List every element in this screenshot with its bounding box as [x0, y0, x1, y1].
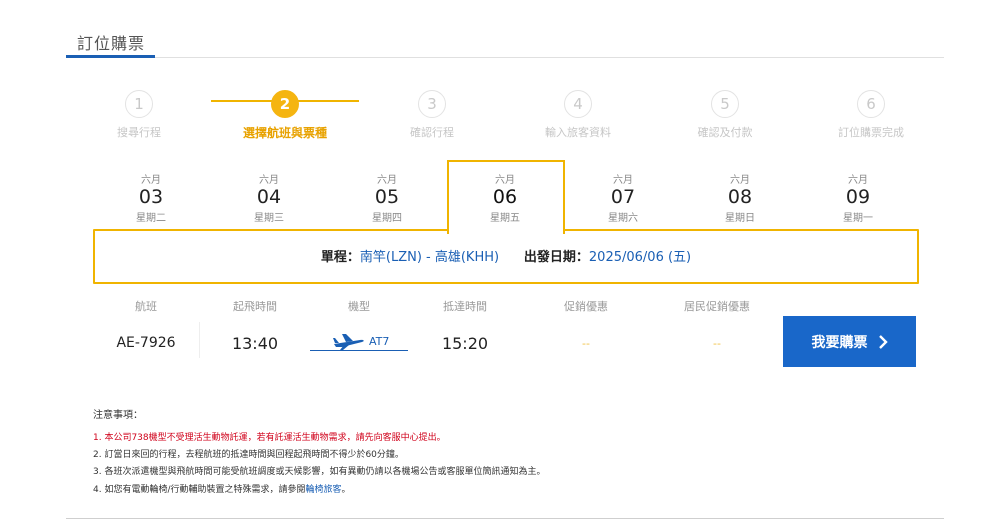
trip-type-label: 單程： [320, 250, 360, 265]
buy-ticket-label: 我要購票 [811, 333, 868, 350]
route-value: 南竿(LZN) - 高雄(KHH) [359, 250, 500, 265]
step-passenger-info: 4 輸入旅客資料 [508, 90, 648, 140]
note-item: 3. 各班次派遣機型與飛航時間可能受航班調度或天候影響，如有異動仍請以各機場公告… [93, 467, 546, 477]
date-weekday: 星期六 [608, 213, 638, 224]
step-label: 訂位購票完成 [838, 126, 904, 139]
arrive-time: 15:20 [441, 334, 489, 353]
date-tab-selected[interactable]: 六月 06 星期五 [448, 171, 562, 224]
step-number: 6 [857, 90, 885, 118]
date-month: 六月 [613, 175, 633, 186]
date-tab[interactable]: 六月 09 星期一 [801, 171, 915, 224]
notes-title: 注意事項： [93, 410, 143, 421]
step-number: 2 [271, 90, 299, 118]
aircraft-type: AT7 [369, 335, 390, 348]
step-payment: 5 確認及付款 [655, 90, 795, 140]
step-confirm-itinerary: 3 確認行程 [362, 90, 502, 140]
promo-value: -- [582, 337, 590, 350]
header-promo: 促銷優惠 [564, 300, 608, 313]
resident-promo-value: -- [713, 337, 721, 350]
header-flight: 航班 [135, 300, 157, 313]
note-text: 4. 如您有電動輪椅/行動輔助裝置之特殊需求，請參閱 [93, 485, 306, 495]
aircraft-underline [310, 350, 408, 351]
departure-date-value: 2025/06/06 (五) [588, 250, 692, 265]
date-weekday: 星期二 [136, 213, 166, 224]
header-resident-promo: 居民促銷優惠 [684, 300, 750, 313]
date-day: 07 [610, 186, 636, 208]
step-complete: 6 訂位購票完成 [801, 90, 941, 140]
date-day: 08 [727, 186, 753, 208]
flight-number: AE-7926 [116, 335, 176, 351]
date-month: 六月 [377, 175, 397, 186]
note-text: 。 [341, 485, 351, 495]
date-day: 05 [374, 186, 400, 208]
date-weekday: 星期一 [843, 213, 873, 224]
note-item: 4. 如您有電動輪椅/行動輔助裝置之特殊需求，請參閱輪椅旅客。 [93, 482, 351, 495]
step-number: 5 [711, 90, 739, 118]
date-month: 六月 [259, 175, 279, 186]
step-label: 搜尋行程 [117, 126, 161, 139]
buy-ticket-button[interactable]: 我要購票 [783, 316, 916, 367]
date-tab[interactable]: 六月 04 星期三 [212, 171, 326, 224]
step-number: 4 [564, 90, 592, 118]
chevron-right-icon [878, 334, 888, 349]
date-weekday: 星期三 [254, 213, 284, 224]
date-tab[interactable]: 六月 03 星期二 [94, 171, 208, 224]
note-item: 1. 本公司738機型不受理活生動物託運，若有託運活生動物需求，請先向客服中心提… [93, 433, 446, 443]
header-depart-time: 起飛時間 [233, 300, 277, 313]
date-month: 六月 [730, 175, 750, 186]
route-summary: 單程：南竿(LZN) - 高雄(KHH) 出發日期：2025/06/06 (五) [93, 246, 919, 265]
step-select-flight: 2 選擇航班與票種 [215, 90, 355, 141]
step-number: 1 [125, 90, 153, 118]
date-weekday: 星期五 [490, 213, 520, 224]
header-aircraft: 機型 [348, 300, 370, 313]
date-month: 六月 [141, 175, 161, 186]
step-label: 確認行程 [410, 126, 454, 139]
date-day: 03 [138, 186, 164, 208]
aircraft-info [310, 330, 408, 352]
title-underline [66, 55, 155, 58]
header-arrive-time: 抵達時間 [443, 300, 487, 313]
wheelchair-passenger-link[interactable]: 輪椅旅客 [305, 485, 341, 495]
date-tab[interactable]: 六月 07 星期六 [566, 171, 680, 224]
bottom-divider [66, 518, 944, 519]
step-search: 1 搜尋行程 [69, 90, 209, 140]
title-divider [66, 57, 944, 58]
step-number: 3 [418, 90, 446, 118]
depart-time: 13:40 [231, 334, 279, 353]
date-weekday: 星期日 [725, 213, 755, 224]
date-day: 04 [256, 186, 282, 208]
step-label: 確認及付款 [697, 126, 753, 139]
departure-date-label: 出發日期： [523, 250, 589, 265]
date-month: 六月 [848, 175, 868, 186]
date-month: 六月 [495, 175, 515, 186]
date-day: 06 [492, 186, 518, 208]
date-day: 09 [845, 186, 871, 208]
page-title: 訂位購票 [77, 34, 146, 53]
airplane-icon [333, 334, 364, 350]
note-item: 2. 訂當日來回的行程，去程航班的抵達時間與回程起飛時間不得少於60分鐘。 [93, 450, 404, 460]
date-weekday: 星期四 [372, 213, 402, 224]
step-label: 輸入旅客資料 [545, 126, 611, 139]
date-tab[interactable]: 六月 05 星期四 [330, 171, 444, 224]
step-label: 選擇航班與票種 [242, 126, 327, 140]
date-tab[interactable]: 六月 08 星期日 [683, 171, 797, 224]
